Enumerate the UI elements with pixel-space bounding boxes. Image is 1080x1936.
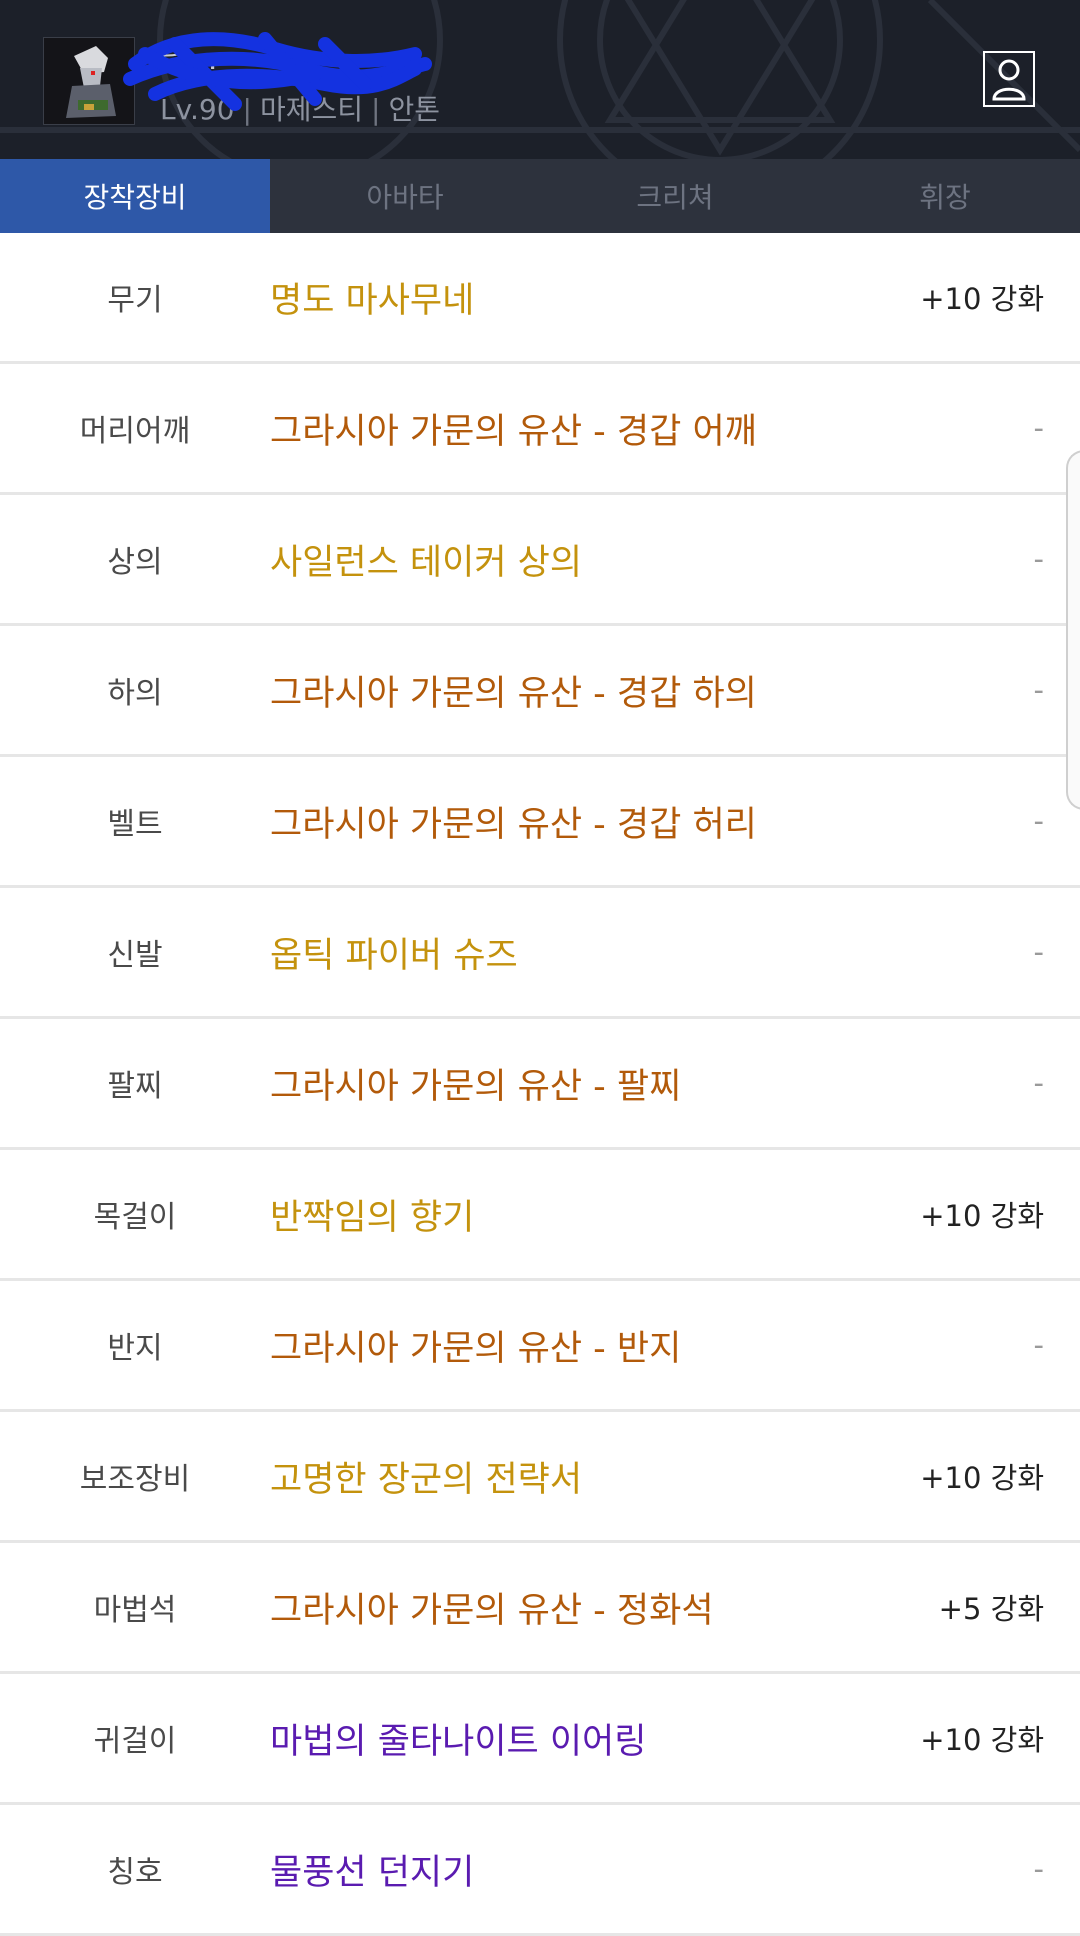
equipment-row[interactable]: 머리어깨 그라시아 가문의 유산 - 경갑 어깨 - bbox=[0, 364, 1080, 495]
equipment-row[interactable]: 신발 옵틱 파이버 슈즈 - bbox=[0, 888, 1080, 1019]
equipment-slot-label: 벨트 bbox=[107, 807, 163, 842]
equipment-enhance-level: - bbox=[1033, 935, 1044, 969]
equipment-slot-label: 마법석 bbox=[93, 1593, 177, 1628]
equipment-row[interactable]: 목걸이 반짝임의 향기 +10 강화 bbox=[0, 1150, 1080, 1281]
person-icon bbox=[992, 59, 1026, 101]
equipment-enhance-level: - bbox=[1033, 1852, 1044, 1886]
equipment-item-name[interactable]: 옵틱 파이버 슈즈 bbox=[270, 927, 844, 978]
scroll-handle[interactable] bbox=[1066, 450, 1080, 810]
equipment-enhance-level: +10 강화 bbox=[920, 1461, 1044, 1495]
equipment-enhance-level: - bbox=[1033, 542, 1044, 576]
equipment-enhance-level: +10 강화 bbox=[920, 1199, 1044, 1233]
equipment-slot-label: 목걸이 bbox=[93, 1200, 177, 1235]
equipment-row[interactable]: 칭호 물풍선 던지기 - bbox=[0, 1805, 1080, 1936]
character-header: 닐… Lv.90 | 마제스티 | 안톤 bbox=[0, 0, 1080, 159]
tab-creature[interactable]: 크리쳐 bbox=[540, 159, 810, 233]
equipment-enhance-level: +10 강화 bbox=[920, 282, 1044, 316]
equipment-row[interactable]: 보조장비 고명한 장군의 전략서 +10 강화 bbox=[0, 1412, 1080, 1543]
tab-bar: 장착장비 아바타 크리쳐 휘장 bbox=[0, 159, 1080, 233]
equipment-slot-label: 무기 bbox=[107, 283, 163, 318]
equipment-enhance-level: +5 강화 bbox=[938, 1592, 1044, 1626]
equipment-enhance-level: - bbox=[1033, 1328, 1044, 1362]
equipment-item-name[interactable]: 고명한 장군의 전략서 bbox=[270, 1451, 844, 1502]
equipment-enhance-level: - bbox=[1033, 1066, 1044, 1100]
equipment-row[interactable]: 상의 사일런스 테이커 상의 - bbox=[0, 495, 1080, 626]
equipment-item-name[interactable]: 명도 마사무네 bbox=[270, 272, 844, 323]
equipment-slot-label: 상의 bbox=[107, 545, 163, 580]
equipment-item-name[interactable]: 그라시아 가문의 유산 - 경갑 하의 bbox=[270, 665, 844, 716]
equipment-enhance-level: - bbox=[1033, 804, 1044, 838]
profile-button[interactable] bbox=[983, 51, 1035, 107]
equipment-item-name[interactable]: 그라시아 가문의 유산 - 경갑 허리 bbox=[270, 796, 844, 847]
equipment-item-name[interactable]: 그라시아 가문의 유산 - 정화석 bbox=[270, 1582, 844, 1633]
equipment-enhance-level: - bbox=[1033, 673, 1044, 707]
equipment-slot-label: 머리어깨 bbox=[79, 414, 191, 449]
equipment-row[interactable]: 마법석 그라시아 가문의 유산 - 정화석 +5 강화 bbox=[0, 1543, 1080, 1674]
equipment-item-name[interactable]: 그라시아 가문의 유산 - 반지 bbox=[270, 1320, 844, 1371]
equipment-item-name[interactable]: 물풍선 던지기 bbox=[270, 1844, 844, 1895]
equipment-slot-label: 반지 bbox=[107, 1331, 163, 1366]
equipment-row[interactable]: 무기 명도 마사무네 +10 강화 bbox=[0, 233, 1080, 364]
tab-insignia[interactable]: 휘장 bbox=[810, 159, 1080, 233]
tab-avatar[interactable]: 아바타 bbox=[270, 159, 540, 233]
equipment-slot-label: 보조장비 bbox=[79, 1462, 191, 1497]
equipment-row[interactable]: 반지 그라시아 가문의 유산 - 반지 - bbox=[0, 1281, 1080, 1412]
equipment-row[interactable]: 하의 그라시아 가문의 유산 - 경갑 하의 - bbox=[0, 626, 1080, 757]
equipment-slot-label: 하의 bbox=[107, 676, 163, 711]
equipment-row[interactable]: 벨트 그라시아 가문의 유산 - 경갑 허리 - bbox=[0, 757, 1080, 888]
equipment-item-name[interactable]: 그라시아 가문의 유산 - 경갑 어깨 bbox=[270, 403, 844, 454]
equipment-item-name[interactable]: 마법의 줄타나이트 이어링 bbox=[270, 1713, 844, 1764]
name-redaction-scribble bbox=[123, 32, 432, 111]
equipment-list: 무기 명도 마사무네 +10 강화 머리어깨 그라시아 가문의 유산 - 경갑 어깨 - 상… bbox=[0, 233, 1080, 1936]
equipment-item-name[interactable]: 그라시아 가문의 유산 - 팔찌 bbox=[270, 1058, 844, 1109]
equipment-item-name[interactable]: 사일런스 테이커 상의 bbox=[270, 534, 844, 585]
equipment-slot-label: 귀걸이 bbox=[93, 1724, 177, 1759]
equipment-item-name[interactable]: 반짝임의 향기 bbox=[270, 1189, 844, 1240]
equipment-row[interactable]: 귀걸이 마법의 줄타나이트 이어링 +10 강화 bbox=[0, 1674, 1080, 1805]
equipment-row[interactable]: 팔찌 그라시아 가문의 유산 - 팔찌 - bbox=[0, 1019, 1080, 1150]
equipment-enhance-level: +10 강화 bbox=[920, 1723, 1044, 1757]
equipment-enhance-level: - bbox=[1033, 411, 1044, 445]
equipment-slot-label: 팔찌 bbox=[107, 1069, 163, 1104]
tab-equipment[interactable]: 장착장비 bbox=[0, 159, 270, 233]
equipment-slot-label: 칭호 bbox=[107, 1855, 163, 1890]
equipment-slot-label: 신발 bbox=[107, 938, 163, 973]
